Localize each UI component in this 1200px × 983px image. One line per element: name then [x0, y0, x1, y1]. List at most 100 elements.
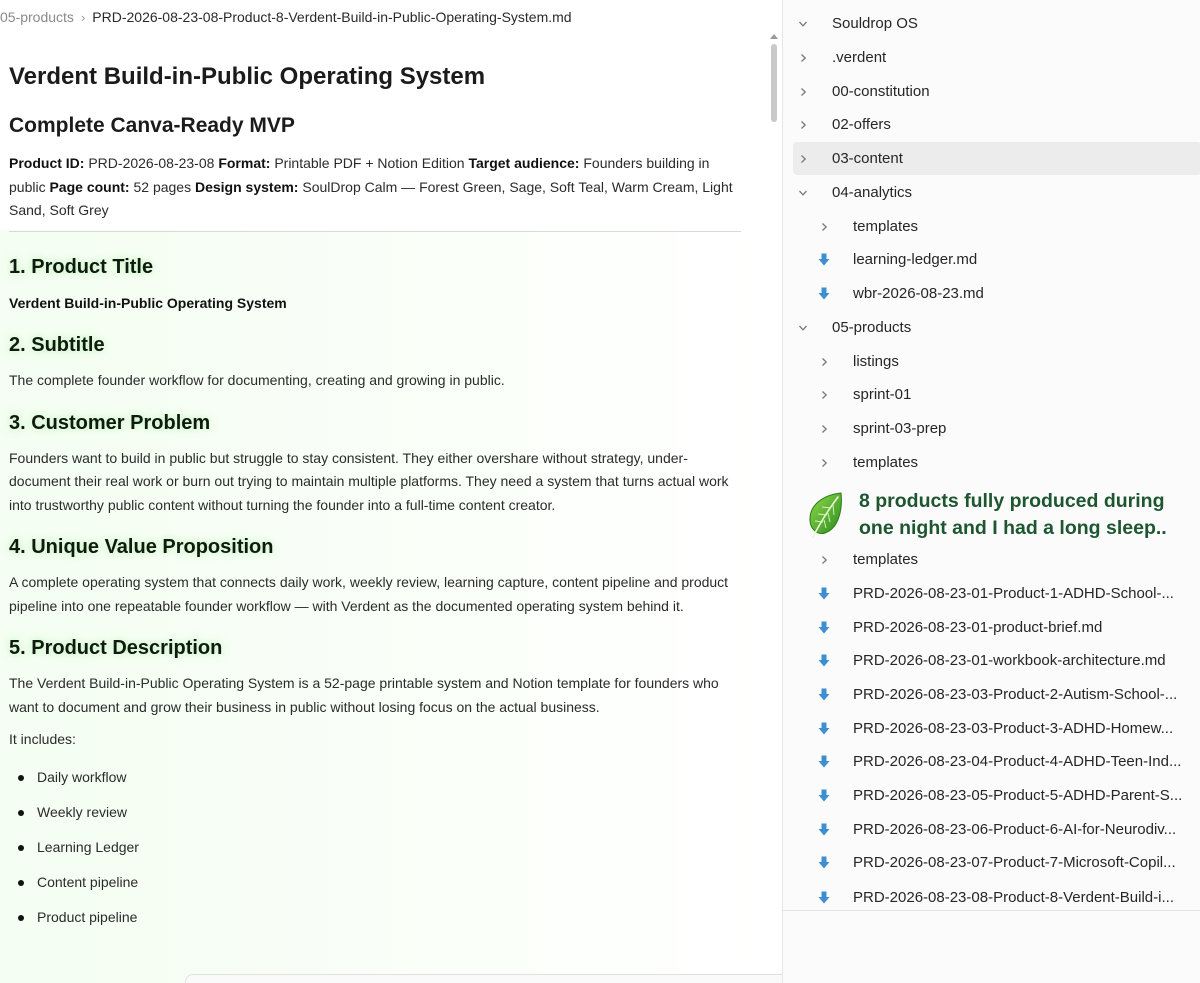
explorer-item-label: 00-constitution	[832, 83, 930, 100]
page-count-label: Page count:	[49, 178, 134, 195]
horizontal-rule	[9, 230, 741, 232]
product-id-value: PRD-2026-08-23-08	[88, 155, 219, 171]
section-body-customer-problem: Founders want to build in public but str…	[9, 449, 729, 513]
explorer-item-label: PRD-2026-08-23-08-Product-8-Verdent-Buil…	[853, 889, 1174, 906]
download-arrow-icon	[814, 823, 834, 837]
explorer-item-label: templates	[853, 218, 919, 235]
section-heading-product-title: 1. Product Title	[9, 255, 154, 278]
explorer-item-label: Souldrop OS	[832, 15, 918, 32]
design-system-label: Design system:	[194, 178, 303, 195]
explorer-item-label: 04-analytics	[832, 184, 913, 201]
audience-label: Target audience:	[468, 155, 584, 171]
section-heading-value-proposition: 4. Unique Value Proposition	[9, 536, 274, 558]
explorer-file-item[interactable]: PRD-2026-08-23-03-Product-3-ADHD-Homew..…	[814, 712, 1200, 745]
list-item: Weekly review	[9, 795, 741, 830]
chevron-right-icon	[793, 53, 813, 63]
caption-line-1: 8 products fully produced during	[859, 490, 1165, 512]
download-arrow-icon	[814, 253, 834, 267]
explorer-item-label: 02-offers	[832, 116, 891, 133]
list-item: Learning Ledger	[9, 830, 741, 865]
download-arrow-icon	[814, 621, 834, 635]
chevron-down-icon	[793, 19, 813, 29]
format-label: Format:	[218, 155, 275, 171]
explorer-folder-item[interactable]: sprint-03-prep	[814, 412, 1200, 445]
explorer-file-item[interactable]: PRD-2026-08-23-06-Product-6-AI-for-Neuro…	[814, 813, 1200, 846]
explorer-folder-item[interactable]: templates	[814, 210, 1200, 243]
explorer-item-label: learning-ledger.md	[853, 251, 978, 268]
leaf-icon	[809, 492, 842, 538]
chat-input-edge[interactable]	[185, 974, 782, 983]
explorer-folder-item[interactable]: 04-analytics	[793, 176, 1200, 209]
download-arrow-icon	[814, 755, 834, 769]
section-heading-customer-problem: 3. Customer Problem	[9, 411, 211, 434]
editor-scrollbar[interactable]	[768, 32, 780, 983]
download-arrow-icon	[814, 688, 834, 702]
download-arrow-icon	[814, 856, 834, 870]
explorer-item-label: sprint-01	[853, 386, 912, 403]
explorer-folder-item[interactable]: 03-content	[793, 142, 1200, 175]
explorer-item-label: PRD-2026-08-23-01-workbook-architecture.…	[853, 652, 1166, 669]
explorer-file-item[interactable]: PRD-2026-08-23-03-Product-2-Autism-Schoo…	[814, 678, 1200, 711]
explorer-item-label: 05-products	[832, 319, 912, 336]
explorer-file-item[interactable]: PRD-2026-08-23-01-product-brief.md	[814, 611, 1200, 644]
explorer-folder-item[interactable]: 00-constitution	[793, 75, 1200, 108]
explorer-item-label: wbr-2026-08-23.md	[853, 285, 984, 302]
section-heading-product-description: 5. Product Description	[9, 637, 223, 659]
chevron-right-icon	[814, 357, 834, 367]
list-item: Daily workflow	[9, 760, 741, 795]
explorer-item-label: listings	[853, 353, 899, 370]
explorer-file-item[interactable]: PRD-2026-08-23-07-Product-7-Microsoft-Co…	[814, 846, 1200, 879]
explorer-folder-item[interactable]: templates	[814, 543, 1200, 576]
explorer-file-item[interactable]: PRD-2026-08-23-01-Product-1-ADHD-School-…	[814, 577, 1200, 610]
explorer-item-label: PRD-2026-08-23-05-Product-5-ADHD-Parent-…	[853, 787, 1183, 804]
explorer-item-label: PRD-2026-08-23-04-Product-4-ADHD-Teen-In…	[853, 753, 1182, 770]
scroll-up-icon[interactable]	[770, 34, 778, 39]
explorer-file-item[interactable]: PRD-2026-08-23-01-workbook-architecture.…	[814, 644, 1200, 677]
editor-pane: 05-products › PRD-2026-08-23-08-Product-…	[0, 0, 782, 983]
markdown-document[interactable]: Verdent Build-in-Public Operating System…	[9, 60, 741, 935]
breadcrumb-folder[interactable]: 05-products	[0, 9, 74, 25]
explorer-folder-item[interactable]: 02-offers	[793, 108, 1200, 141]
list-item: Content pipeline	[9, 865, 741, 900]
chevron-right-icon	[814, 555, 834, 565]
explorer-folder-item[interactable]: sprint-01	[814, 378, 1200, 411]
chevron-right-icon	[814, 458, 834, 468]
section-body-subtitle: The complete founder workflow for docume…	[9, 372, 505, 388]
section-heading-subtitle: 2. Subtitle	[9, 334, 105, 356]
explorer-item-label: templates	[853, 551, 919, 568]
explorer-file-item[interactable]: learning-ledger.md	[814, 243, 1200, 276]
chevron-right-icon	[793, 87, 813, 97]
breadcrumb-separator-icon: ›	[80, 9, 86, 25]
caption-text: 8 products fully produced during one nig…	[859, 488, 1167, 542]
product-id-label: Product ID:	[9, 155, 89, 171]
chevron-right-icon	[814, 222, 834, 232]
explorer-file-item[interactable]: PRD-2026-08-23-08-Product-8-Verdent-Buil…	[814, 881, 1200, 914]
breadcrumb-file[interactable]: PRD-2026-08-23-08-Product-8-Verdent-Buil…	[92, 9, 571, 25]
caption-overlay: 8 products fully produced during one nig…	[805, 484, 1200, 546]
breadcrumb: 05-products › PRD-2026-08-23-08-Product-…	[0, 8, 572, 26]
explorer-folder-item[interactable]: .verdent	[793, 41, 1200, 74]
list-item: Product pipeline	[9, 900, 741, 935]
document-title: Verdent Build-in-Public Operating System	[9, 63, 486, 90]
explorer-item-label: PRD-2026-08-23-01-Product-1-ADHD-School-…	[853, 585, 1174, 602]
download-arrow-icon	[814, 789, 834, 803]
explorer-file-item[interactable]: wbr-2026-08-23.md	[814, 277, 1200, 310]
chevron-right-icon	[814, 424, 834, 434]
explorer-file-item[interactable]: PRD-2026-08-23-05-Product-5-ADHD-Parent-…	[814, 779, 1200, 812]
explorer-item-label: .verdent	[832, 49, 887, 66]
explorer-folder-item[interactable]: 05-products	[793, 311, 1200, 344]
explorer-item-label: PRD-2026-08-23-03-Product-3-ADHD-Homew..…	[853, 720, 1174, 737]
chevron-down-icon	[793, 188, 813, 198]
chevron-down-icon	[793, 323, 813, 333]
explorer-folder-item[interactable]: templates	[814, 446, 1200, 479]
explorer-folder-item[interactable]: Souldrop OS	[793, 7, 1200, 40]
feature-list: Daily workflow Weekly review Learning Le…	[9, 760, 741, 936]
format-value: Printable PDF + Notion Edition	[274, 155, 469, 171]
scrollbar-thumb[interactable]	[771, 44, 777, 122]
explorer-item-label: templates	[853, 454, 919, 471]
section-body-product-title: Verdent Build-in-Public Operating System	[9, 294, 287, 311]
explorer-item-label: PRD-2026-08-23-07-Product-7-Microsoft-Co…	[853, 854, 1176, 871]
explorer-file-item[interactable]: PRD-2026-08-23-04-Product-4-ADHD-Teen-In…	[814, 745, 1200, 778]
explorer-folder-item[interactable]: listings	[814, 345, 1200, 378]
includes-intro: It includes:	[9, 731, 76, 747]
